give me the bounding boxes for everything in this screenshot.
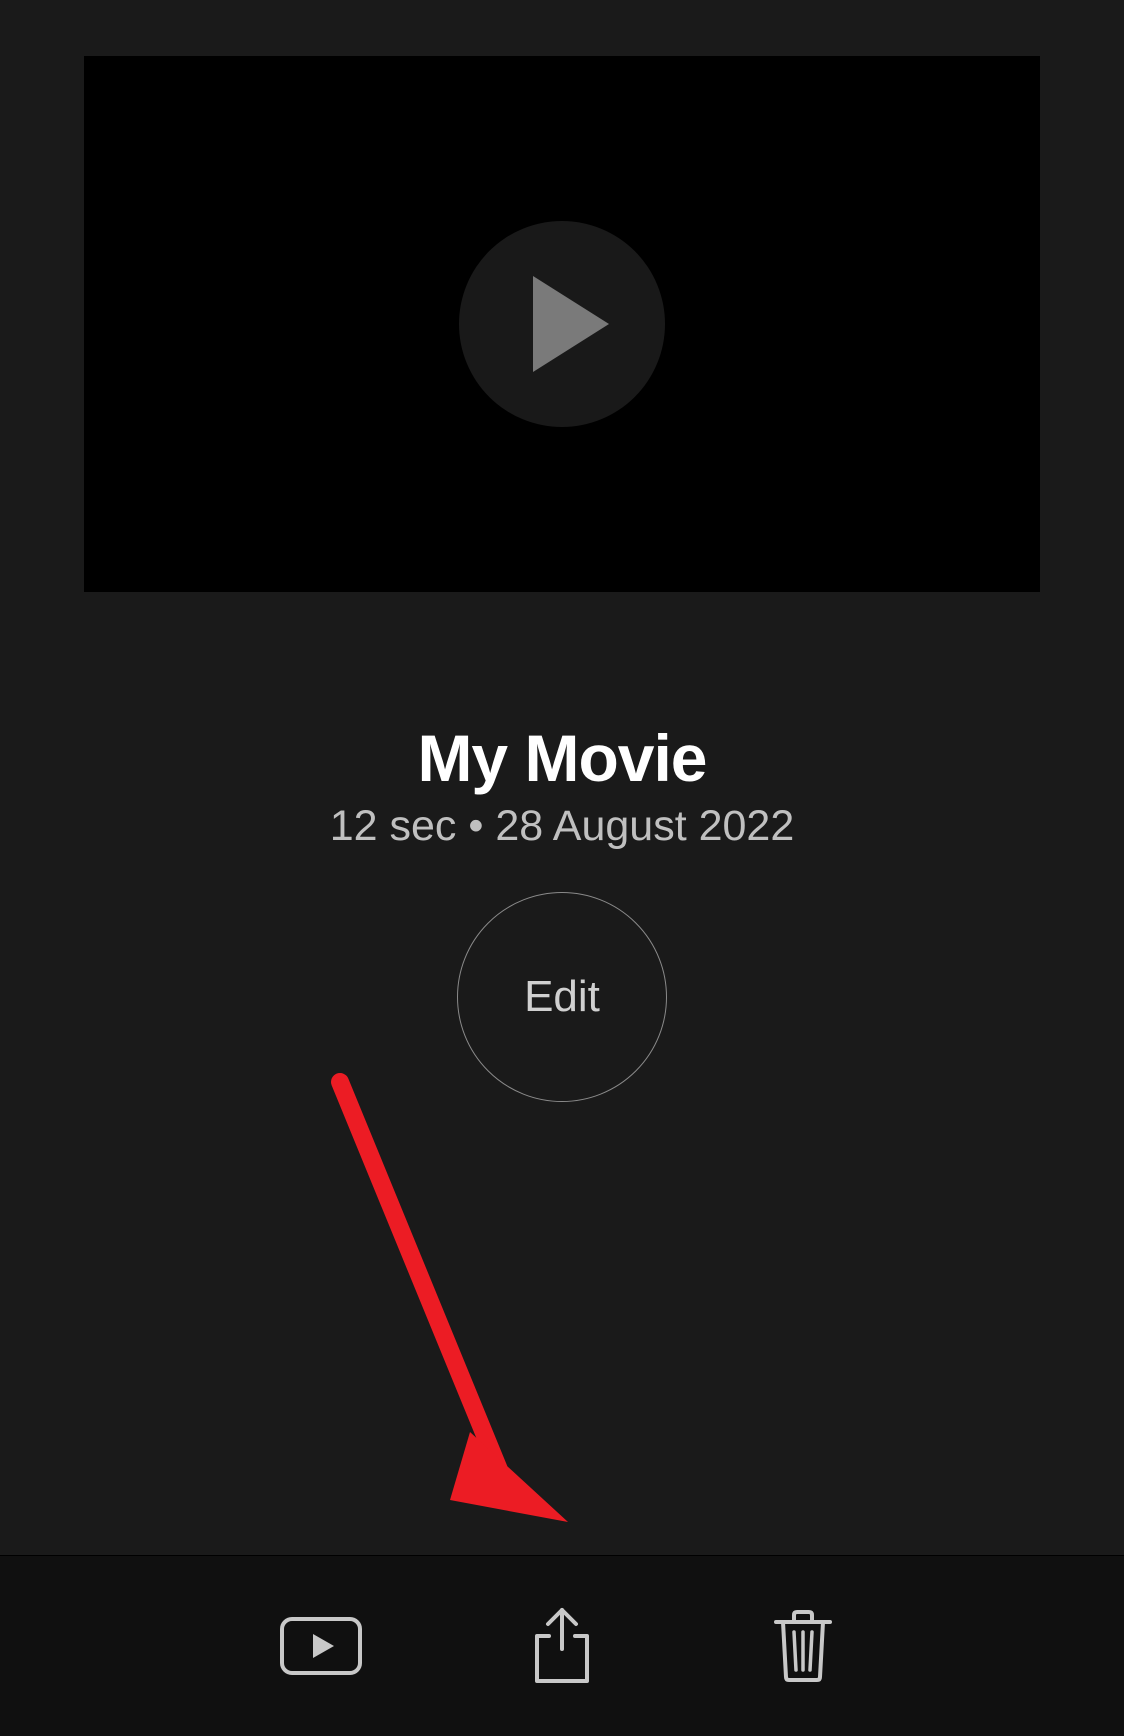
play-button[interactable] [261, 1586, 381, 1706]
play-rect-icon [280, 1617, 362, 1675]
bottom-toolbar [0, 1556, 1124, 1736]
annotation-arrow-icon [320, 1072, 580, 1552]
date-text: 28 August 2022 [495, 802, 794, 850]
edit-button-label: Edit [524, 972, 600, 1022]
video-thumbnail[interactable] [84, 56, 1040, 592]
movie-title: My Movie [0, 720, 1124, 796]
edit-button[interactable]: Edit [457, 892, 667, 1102]
share-button[interactable] [502, 1586, 622, 1706]
share-icon [531, 1607, 593, 1685]
movie-subtitle: 12 sec • 28 August 2022 [0, 802, 1124, 851]
play-icon [533, 276, 609, 372]
play-overlay-button[interactable] [459, 221, 665, 427]
trash-icon [774, 1610, 832, 1682]
delete-button[interactable] [743, 1586, 863, 1706]
duration-text: 12 sec [330, 802, 457, 850]
separator: • [456, 802, 495, 850]
